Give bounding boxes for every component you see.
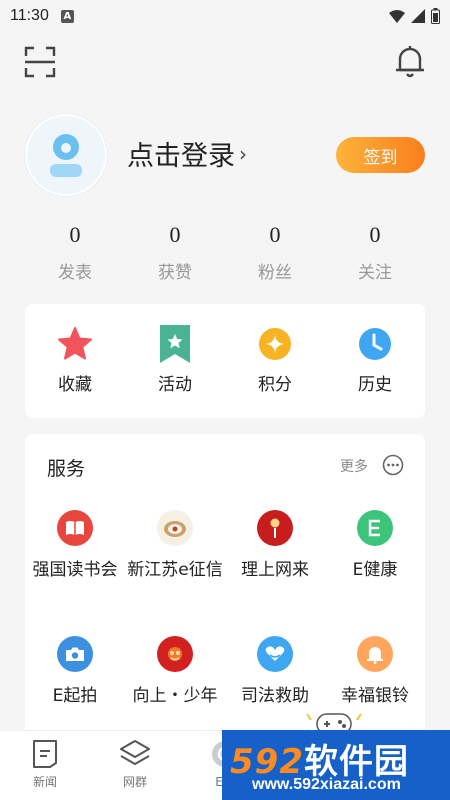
clock-icon bbox=[357, 326, 393, 362]
avatar[interactable] bbox=[25, 114, 107, 196]
quick-label: 积分 bbox=[258, 375, 292, 395]
stat-posts[interactable]: 0 发表 bbox=[25, 222, 125, 283]
stat-value: 0 bbox=[69, 222, 81, 247]
avatar-person-icon bbox=[50, 134, 82, 177]
login-link[interactable]: 点击登录 › bbox=[127, 134, 247, 173]
status-time: 11:30 bbox=[10, 7, 49, 24]
book-icon bbox=[57, 510, 93, 546]
battery-icon bbox=[431, 8, 440, 24]
chevron-right-icon: › bbox=[239, 141, 247, 166]
camera-icon bbox=[57, 636, 93, 672]
nav-news[interactable]: 新闻 bbox=[0, 731, 90, 800]
quick-points[interactable]: 积分 bbox=[225, 304, 325, 418]
service-e-health[interactable]: E健康 bbox=[325, 510, 425, 636]
stat-value: 0 bbox=[269, 222, 281, 247]
wifi-icon bbox=[389, 10, 405, 23]
service-label: E起拍 bbox=[52, 686, 98, 706]
stat-value: 0 bbox=[169, 222, 181, 247]
stats-row: 0 发表 0 获赞 0 粉丝 0 关注 bbox=[25, 222, 425, 283]
bell-icon[interactable] bbox=[392, 42, 428, 80]
bookmark-star-icon bbox=[157, 325, 193, 363]
more-link[interactable]: 更多 bbox=[340, 456, 368, 476]
stat-label: 关注 bbox=[358, 263, 392, 283]
microphone-icon bbox=[257, 510, 293, 546]
scan-icon[interactable] bbox=[22, 44, 58, 80]
quick-activities[interactable]: 活动 bbox=[125, 304, 225, 418]
quick-actions-card: 收藏 活动 积分 历史 bbox=[25, 304, 425, 418]
heart-hands-icon bbox=[257, 636, 293, 672]
e-health-icon bbox=[357, 510, 393, 546]
quick-history[interactable]: 历史 bbox=[325, 304, 425, 418]
star-icon bbox=[57, 326, 93, 362]
signal-icon bbox=[411, 9, 425, 23]
layers-icon bbox=[120, 740, 150, 765]
login-label: 点击登录 bbox=[127, 141, 235, 172]
service-reading-club[interactable]: 强国读书会 bbox=[25, 510, 125, 636]
watermark-logo: 592软件园 www.592xiazai.com bbox=[222, 730, 450, 800]
more-dots-icon[interactable] bbox=[382, 454, 404, 476]
stat-likes[interactable]: 0 获赞 bbox=[125, 222, 225, 283]
stat-label: 粉丝 bbox=[258, 263, 292, 283]
stat-fans[interactable]: 0 粉丝 bbox=[225, 222, 325, 283]
services-card: 服务 更多 强国读书会 新江苏e征信 理上网来 E健康 E起拍 向上・少年 司法… bbox=[25, 434, 425, 744]
news-icon bbox=[33, 740, 57, 768]
header bbox=[0, 40, 450, 84]
stat-label: 发表 bbox=[58, 263, 92, 283]
service-label: 强国读书会 bbox=[32, 560, 118, 580]
nav-label: 网群 bbox=[122, 775, 147, 789]
notification-badge-icon: A bbox=[60, 9, 74, 23]
stat-label: 获赞 bbox=[158, 263, 192, 283]
service-label: 幸福银铃 bbox=[341, 686, 409, 706]
youth-icon bbox=[157, 636, 193, 672]
service-label: E健康 bbox=[352, 560, 398, 580]
quick-label: 历史 bbox=[358, 375, 392, 395]
diamond-coin-icon bbox=[257, 326, 293, 362]
nav-label: 新闻 bbox=[32, 775, 57, 789]
quick-label: 活动 bbox=[158, 375, 192, 395]
silver-bell-icon bbox=[357, 636, 393, 672]
status-bar: 11:30 A bbox=[0, 0, 450, 32]
service-label: 理上网来 bbox=[241, 560, 309, 580]
seal-icon bbox=[157, 510, 193, 546]
service-label: 新江苏e征信 bbox=[127, 560, 223, 580]
service-credit[interactable]: 新江苏e征信 bbox=[125, 510, 225, 636]
quick-favorites[interactable]: 收藏 bbox=[25, 304, 125, 418]
stat-value: 0 bbox=[369, 222, 381, 247]
stat-following[interactable]: 0 关注 bbox=[325, 222, 425, 283]
checkin-button[interactable]: 签到 bbox=[336, 137, 425, 173]
services-grid: 强国读书会 新江苏e征信 理上网来 E健康 E起拍 向上・少年 司法救助 幸福银… bbox=[25, 510, 425, 762]
services-title: 服务 bbox=[47, 458, 86, 480]
service-label: 向上・少年 bbox=[132, 686, 218, 706]
service-online[interactable]: 理上网来 bbox=[225, 510, 325, 636]
nav-groups[interactable]: 网群 bbox=[90, 731, 180, 800]
quick-label: 收藏 bbox=[58, 375, 92, 395]
service-label: 司法救助 bbox=[241, 686, 309, 706]
watermark-url: www.592xiazai.com bbox=[252, 776, 401, 793]
